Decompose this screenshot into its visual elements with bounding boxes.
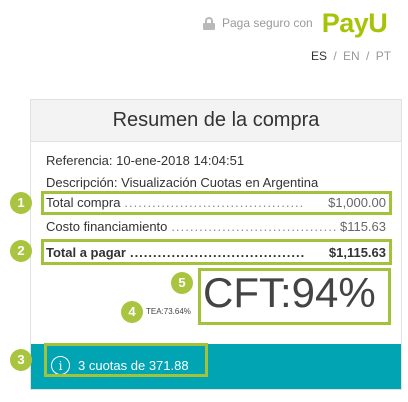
- language-selector: ES / EN / PT: [311, 49, 392, 63]
- highlight-total-compra: [41, 191, 392, 215]
- costo-financiamiento-row: Costo financiamiento ...................…: [46, 219, 386, 234]
- annotation-badge-3: 3: [10, 349, 32, 371]
- costo-value: $115.63: [339, 219, 386, 234]
- language-pt[interactable]: PT: [376, 49, 391, 63]
- reference-line: Referencia: 10-ene-2018 14:04:51: [46, 153, 244, 168]
- tea-value: TEA:73.64%: [146, 307, 191, 316]
- annotation-badge-4: 4: [121, 301, 143, 323]
- secure-payment-text: Paga seguro con: [222, 16, 313, 30]
- annotation-badge-1: 1: [10, 192, 32, 214]
- payu-logo: PayU: [321, 8, 388, 38]
- reference-value: 10-ene-2018 14:04:51: [116, 153, 245, 168]
- highlight-total-pagar: [41, 239, 392, 265]
- reference-label: Referencia:: [46, 153, 113, 168]
- lock-icon: [203, 16, 215, 30]
- secure-payment-banner: Paga seguro con PayU: [203, 8, 388, 38]
- costo-label: Costo financiamiento: [46, 219, 168, 234]
- language-es[interactable]: ES: [311, 49, 327, 63]
- description-label: Descripción:: [46, 175, 118, 190]
- summary-title: Resumen de la compra: [31, 100, 401, 142]
- language-en[interactable]: EN: [343, 49, 360, 63]
- description-value: Visualización Cuotas en Argentina: [121, 175, 319, 190]
- description-line: Descripción: Visualización Cuotas en Arg…: [46, 175, 318, 190]
- highlight-cuotas: [44, 343, 208, 377]
- annotation-badge-5: 5: [171, 272, 193, 294]
- highlight-cft: [198, 268, 391, 325]
- costo-dots: ....................................: [171, 219, 336, 234]
- annotation-badge-2: 2: [10, 240, 32, 262]
